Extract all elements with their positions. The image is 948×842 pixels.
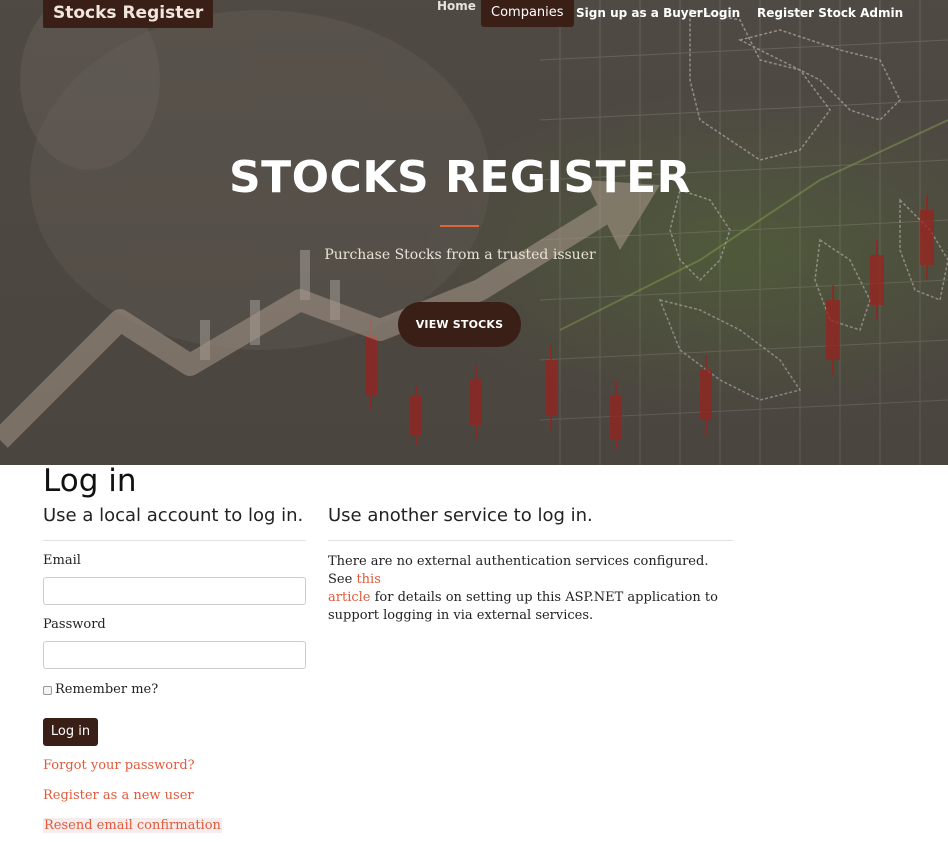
login-submit-button[interactable]: Log in [43,718,98,746]
external-divider [328,540,733,541]
brand-logo-link[interactable]: Stocks Register [43,0,214,28]
nav-companies-link[interactable]: Companies [481,0,574,27]
remember-me-checkbox[interactable] [43,686,52,695]
hero-banner: Stocks Register Home Companies Sign up a… [0,0,948,465]
nav-login-link[interactable]: Login [703,0,740,27]
article-link-this[interactable]: this [356,572,380,587]
top-navbar: Stocks Register Home Companies Sign up a… [0,0,948,28]
resend-confirmation-link[interactable]: Resend email confirmation [43,818,222,833]
nav-signup-buyer-link[interactable]: Sign up as a Buyer [576,0,703,27]
info-text-before: There are no external authentication ser… [328,554,709,587]
hero-subtitle: Purchase Stocks from a trusted issuer [324,247,596,263]
email-label: Email [43,553,81,568]
register-new-user-link[interactable]: Register as a new user [43,788,194,803]
page-title: Log in [43,463,137,499]
article-link-article[interactable]: article [328,590,370,605]
remember-me-label[interactable]: Remember me? [55,682,158,697]
external-info-text: There are no external authentication ser… [328,553,733,625]
info-text-after: for details on setting up this ASP.NET a… [328,590,718,623]
local-divider [43,540,306,541]
forgot-password-link[interactable]: Forgot your password? [43,758,195,773]
hero-divider [440,225,479,227]
external-login-heading: Use another service to log in. [328,505,593,526]
stock-chart-background-image [0,0,948,465]
password-label: Password [43,617,106,632]
nav-register-admin-link[interactable]: Register Stock Admin [757,0,903,27]
nav-home-link[interactable]: Home [437,0,476,20]
view-stocks-button[interactable]: VIEW STOCKS [398,302,521,347]
hero-title: STOCKS REGISTER [228,152,692,203]
password-field[interactable] [43,641,306,669]
local-account-heading: Use a local account to log in. [43,505,304,526]
email-field[interactable] [43,577,306,605]
